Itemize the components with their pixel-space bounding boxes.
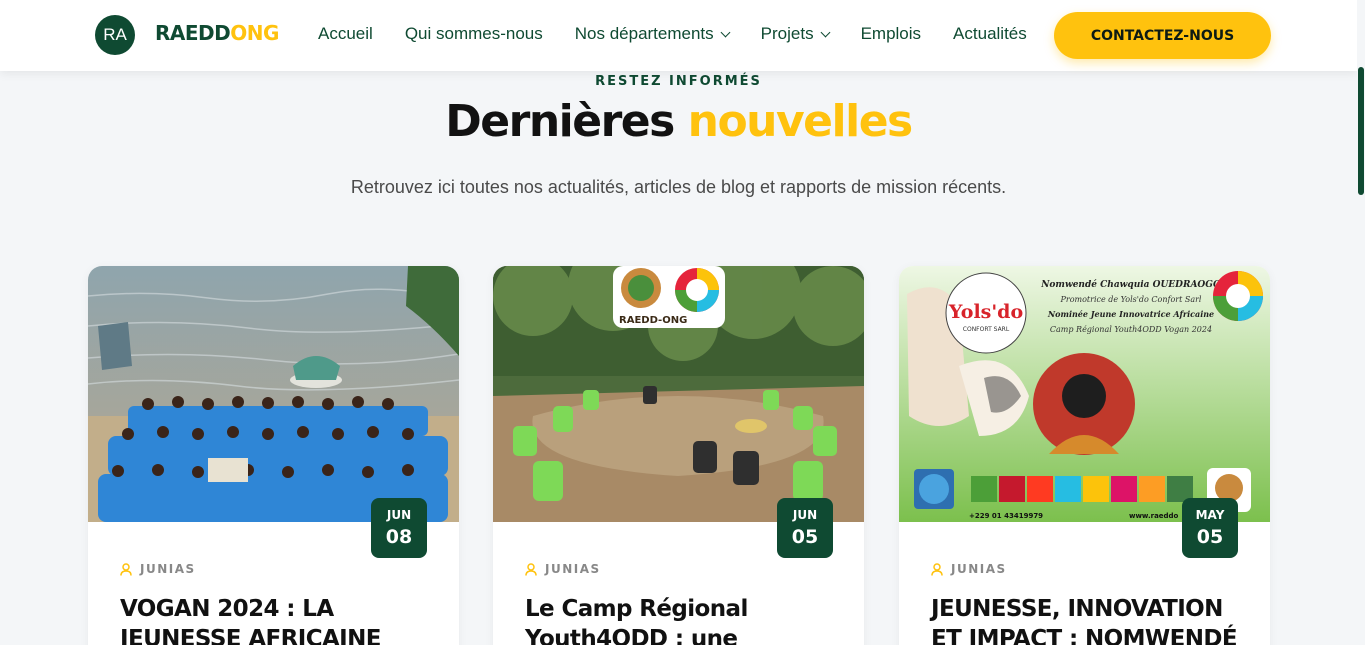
nav-label: Actualités (953, 24, 1027, 43)
post-author[interactable]: JUNIAS (931, 562, 1007, 576)
poster-line4: Camp Régional Youth4ODD Vogan 2024 (1050, 325, 1212, 334)
post-title-line: ET IMPACT : NOMWENDÉ (931, 626, 1238, 645)
date-badge: JUN 08 (371, 498, 427, 558)
section-subtitle: Retrouvez ici toutes nos actualités, art… (350, 177, 1007, 197)
brand-name-part2: ONG (230, 21, 279, 45)
chevron-down-icon (820, 27, 831, 37)
nav-accueil[interactable]: Accueil (318, 24, 373, 44)
date-badge: JUN 05 (777, 498, 833, 558)
nav-label: Qui sommes-nous (404, 24, 543, 43)
nav-label: Nos départements (574, 24, 714, 43)
site-header: RA RAEDDONG Accueil Qui sommes-nous Nos … (0, 0, 1357, 71)
post-title[interactable]: Le Camp Régional Youth4ODD : une (525, 594, 845, 645)
user-icon (525, 562, 537, 576)
title-part1: Dernières (445, 96, 675, 147)
contact-button[interactable]: CONTACTEZ-NOUS (1054, 12, 1271, 59)
poster-name: Nomwendé Chawquia OUEDRAOGO (1040, 279, 1221, 290)
logo-badge[interactable]: RA (95, 15, 135, 55)
section-title: Dernières nouvelles (0, 96, 1357, 147)
chevron-down-icon (720, 27, 731, 37)
nav-qui-sommes-nous[interactable]: Qui sommes-nous (405, 24, 543, 44)
news-card[interactable]: RAEDD-ONG (493, 266, 864, 645)
post-author[interactable]: JUNIAS (525, 562, 601, 576)
news-card-image[interactable]: Yols'do CONFORT SARL Nomwendé Chawquia O… (899, 266, 1270, 522)
title-part2-accent: nouvelles (687, 96, 914, 147)
poster-web: www.raeddo (1129, 512, 1179, 520)
scrollbar-thumb[interactable] (1358, 67, 1364, 195)
nav-emplois[interactable]: Emplois (861, 24, 921, 44)
brand-logo[interactable]: RAEDDONG (155, 21, 279, 45)
date-month: JUN (386, 508, 412, 522)
brand-name-part1: RAEDD (155, 21, 231, 45)
date-month: MAY (1195, 508, 1225, 522)
nominee-poster-image: Yols'do CONFORT SARL Nomwendé Chawquia O… (899, 266, 1270, 522)
post-title-line: JEUNESSE AFRICAINE (120, 626, 382, 645)
news-card-image[interactable]: RAEDD-ONG (493, 266, 864, 522)
forest-camp-photo: RAEDD-ONG (493, 266, 864, 522)
poster-brand: Yols'do (948, 301, 1023, 323)
post-title-line: Le Camp Régional (525, 596, 748, 622)
section-eyebrow: RESTEZ INFORMÉS (595, 74, 762, 89)
user-icon (120, 562, 132, 576)
news-card-image[interactable] (88, 266, 459, 522)
nav-actualites[interactable]: Actualités (953, 24, 1027, 44)
poster-phone: +229 01 43419979 (969, 512, 1043, 520)
poster-brand-sub: CONFORT SARL (963, 326, 1010, 333)
news-card[interactable]: Yols'do CONFORT SARL Nomwendé Chawquia O… (899, 266, 1270, 645)
nav-departements[interactable]: Nos départements (574, 24, 731, 44)
nav-label: Accueil (318, 24, 373, 43)
poster-line2: Promotrice de Yols'do Confort Sarl (1059, 295, 1201, 304)
author-name: JUNIAS (951, 562, 1007, 576)
date-month: JUN (792, 508, 818, 522)
date-badge: MAY 05 (1182, 498, 1238, 558)
post-title[interactable]: VOGAN 2024 : LA JEUNESSE AFRICAINE (120, 594, 440, 645)
nav-projets[interactable]: Projets (760, 24, 831, 44)
user-icon (931, 562, 943, 576)
date-day: 05 (791, 526, 819, 548)
beach-group-photo (88, 266, 459, 522)
post-author[interactable]: JUNIAS (120, 562, 196, 576)
poster-line3: Nominée Jeune Innovatrice Africaine (1047, 309, 1214, 319)
main-nav: Accueil Qui sommes-nous Nos départements… (318, 24, 1059, 44)
author-name: JUNIAS (545, 562, 601, 576)
news-card[interactable] (88, 266, 459, 645)
author-name: JUNIAS (140, 562, 196, 576)
post-title-line: JEUNESSE, INNOVATION (931, 596, 1223, 622)
nav-label: Emplois (860, 24, 922, 43)
date-day: 08 (385, 526, 413, 548)
post-title-line: Youth4ODD : une (525, 626, 738, 645)
post-title-line: VOGAN 2024 : LA (120, 596, 334, 622)
date-day: 05 (1196, 526, 1224, 548)
nav-label: Projets (760, 24, 814, 43)
poster-ong-label: RAEDD-ONG (619, 315, 687, 326)
post-title[interactable]: JEUNESSE, INNOVATION ET IMPACT : NOMWEND… (931, 594, 1251, 645)
